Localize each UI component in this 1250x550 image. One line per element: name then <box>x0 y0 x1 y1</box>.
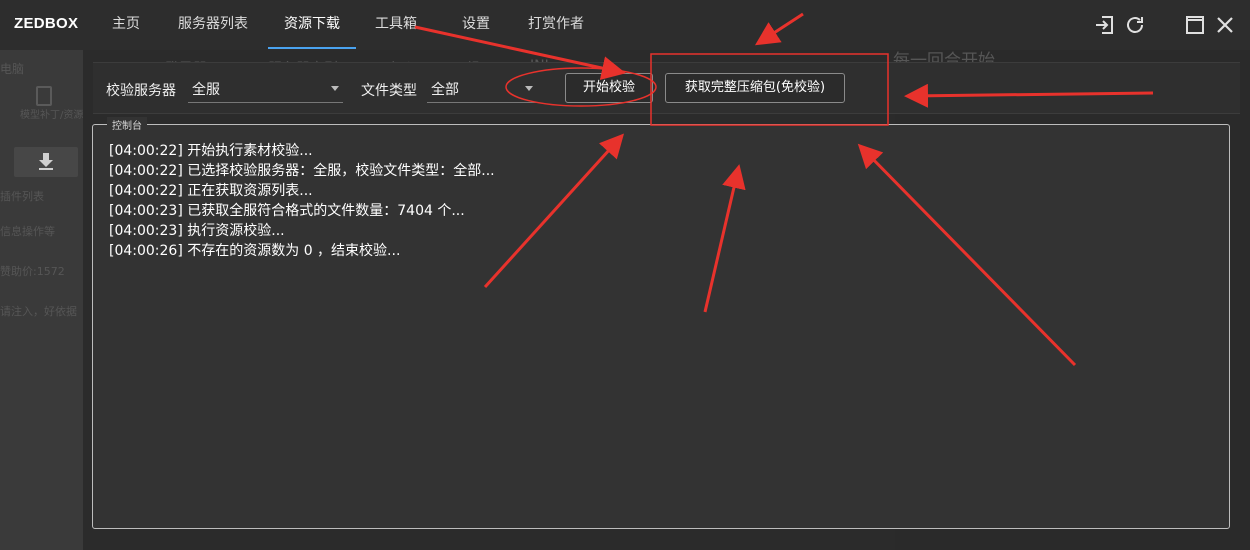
filetype-label: 文件类型 <box>361 83 417 99</box>
close-icon[interactable] <box>1213 13 1237 37</box>
tab-home[interactable]: 主页 <box>94 0 158 50</box>
download-icon <box>38 153 54 171</box>
log-line: [04:00:22] 正在获取资源列表... <box>109 183 313 199</box>
log-line: [04:00:22] 已选择校验服务器：全服，校验文件类型：全部... <box>109 163 495 179</box>
tab-server-list[interactable]: 服务器列表 <box>158 0 268 50</box>
log-line: [04:00:23] 执行资源校验... <box>109 223 285 239</box>
tab-settings[interactable]: 设置 <box>436 0 516 50</box>
log-line: [04:00:26] 不存在的资源数为 0 ，结束校验... <box>109 243 401 259</box>
app-brand: ZEDBOX <box>14 15 79 32</box>
get-full-package-button[interactable]: 获取完整压缩包(免校验) <box>665 73 845 103</box>
title-bar: ZEDBOX 主页 服务器列表 资源下载 工具箱 设置 打赏作者 <box>0 0 1250 50</box>
background-download-button <box>14 147 78 177</box>
console-title: 控制台 <box>107 117 147 132</box>
exit-icon[interactable] <box>1093 13 1117 37</box>
filetype-select-value: 全部 <box>431 82 459 98</box>
server-select[interactable]: 全服 <box>188 77 343 103</box>
filetype-select[interactable]: 全部 <box>427 77 537 103</box>
main-nav: 主页 服务器列表 资源下载 工具箱 设置 打赏作者 <box>94 0 596 50</box>
chevron-down-icon <box>525 86 533 91</box>
verify-toolbar: 校验服务器 全服 文件类型 全部 开始校验 获取完整压缩包(免校验) <box>93 62 1240 114</box>
tab-resource-download[interactable]: 资源下载 <box>268 0 356 50</box>
server-select-value: 全服 <box>192 82 220 98</box>
tab-donate[interactable]: 打赏作者 <box>516 0 596 50</box>
tab-toolbox[interactable]: 工具箱 <box>356 0 436 50</box>
background-window-sidebar <box>0 50 83 550</box>
chevron-down-icon <box>331 86 339 91</box>
log-line: [04:00:23] 已获取全服符合格式的文件数量：7404 个... <box>109 203 465 219</box>
console-log: [04:00:22] 开始执行素材校验... [04:00:22] 已选择校验服… <box>109 141 495 261</box>
background-doc-icon <box>36 86 52 106</box>
maximize-icon[interactable] <box>1183 13 1207 37</box>
start-verify-button[interactable]: 开始校验 <box>565 73 653 103</box>
server-label: 校验服务器 <box>106 83 176 99</box>
refresh-icon[interactable] <box>1123 13 1147 37</box>
log-line: [04:00:22] 开始执行素材校验... <box>109 143 313 159</box>
console-panel: 控制台 [04:00:22] 开始执行素材校验... [04:00:22] 已选… <box>92 117 1230 529</box>
